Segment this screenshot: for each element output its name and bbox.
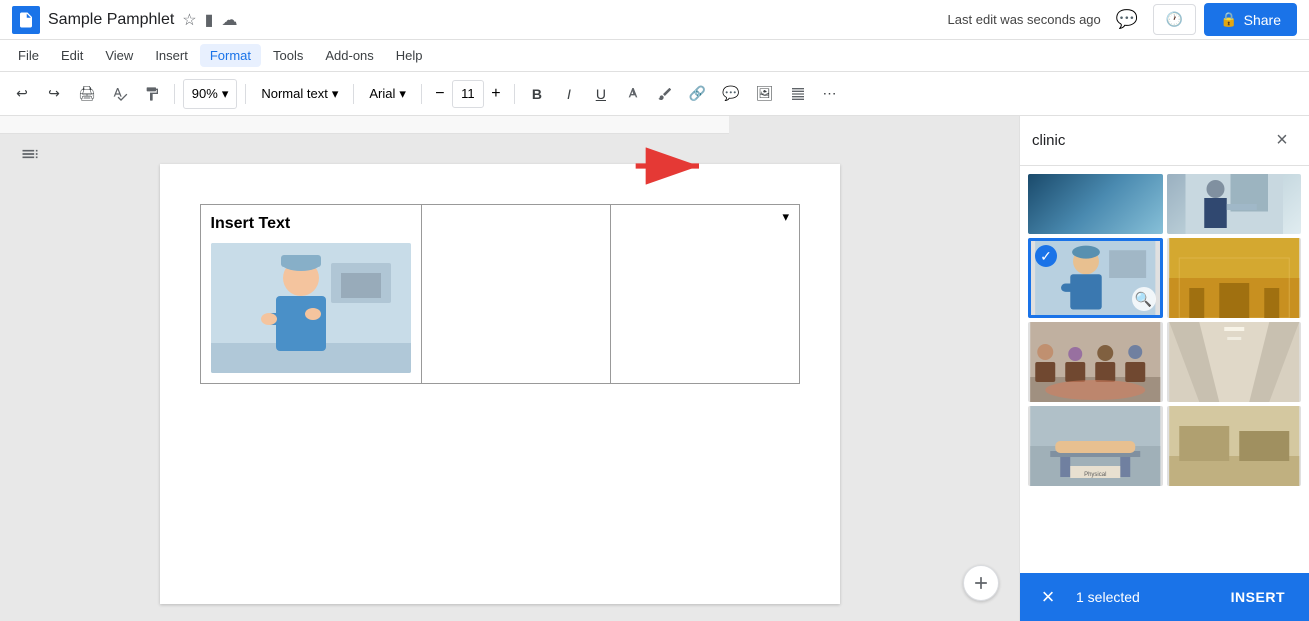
image-thumbnail-5[interactable] — [1028, 322, 1163, 402]
add-image-button[interactable] — [963, 565, 999, 601]
image-thumbnail-1[interactable] — [1028, 174, 1163, 234]
history-icon: 🕐 — [1166, 11, 1183, 28]
star-icon[interactable]: ☆ — [182, 10, 196, 30]
history-button[interactable]: 🕐 — [1153, 4, 1196, 35]
table-cell-2 — [421, 205, 610, 384]
zoom-selector[interactable]: 90% ▾ — [183, 79, 238, 109]
outline-icon[interactable] — [20, 144, 40, 167]
document-page-container: Insert Text — [160, 164, 860, 601]
menu-file[interactable]: File — [8, 44, 49, 67]
image-button[interactable]: 🖼 — [750, 79, 780, 109]
selected-count-label: 1 selected — [1076, 589, 1207, 605]
separator-1 — [174, 84, 175, 104]
redo-button[interactable]: ↪ — [40, 79, 68, 109]
panel-close-button[interactable]: × — [1267, 126, 1297, 156]
insert-label: INSERT — [1231, 589, 1285, 605]
image-thumbnail-8[interactable] — [1167, 406, 1302, 486]
close-icon: × — [1276, 129, 1288, 152]
undo-button[interactable]: ↩ — [8, 79, 36, 109]
svg-text:Physical: Physical — [1084, 472, 1106, 478]
share-button[interactable]: 🔒 Share — [1204, 3, 1297, 36]
doctor-image — [211, 243, 411, 373]
zoom-dropdown-icon: ▾ — [222, 86, 229, 102]
bold-button[interactable]: B — [523, 79, 551, 109]
header-buttons: 💬 🕐 🔒 Share — [1109, 2, 1297, 38]
folder-icon[interactable]: ▮ — [205, 10, 214, 30]
share-label: Share — [1244, 12, 1281, 28]
image-thumbnail-6[interactable] — [1167, 322, 1302, 402]
comments-button[interactable]: 💬 — [1109, 2, 1145, 38]
menu-edit[interactable]: Edit — [51, 44, 93, 67]
panel-header: × — [1020, 116, 1309, 166]
text-color-button[interactable] — [619, 79, 647, 109]
font-size-increase[interactable]: + — [486, 80, 506, 108]
menu-addons[interactable]: Add-ons — [315, 44, 383, 67]
last-edit-text: Last edit was seconds ago — [948, 12, 1101, 27]
cell-resize-handle[interactable]: ▾ — [783, 209, 795, 221]
text-style-value: Normal text — [261, 86, 327, 101]
separator-3 — [353, 84, 354, 104]
table-cell-3: ▾ — [610, 205, 799, 384]
paint-format-button[interactable] — [138, 79, 166, 109]
image-thumbnail-7[interactable]: Physical — [1028, 406, 1163, 486]
comment-inline-button[interactable]: 💬 — [716, 79, 745, 109]
table-cell-1: Insert Text — [200, 205, 421, 384]
separator-4 — [421, 84, 422, 104]
zoom-icon[interactable]: 🔍 — [1132, 287, 1156, 311]
spellcheck-button[interactable] — [106, 79, 134, 109]
menu-help[interactable]: Help — [386, 44, 433, 67]
menu-tools[interactable]: Tools — [263, 44, 313, 67]
selected-checkmark: ✓ — [1035, 245, 1057, 267]
zoom-value: 90% — [192, 86, 218, 101]
menu-bar: File Edit View Insert Format Tools Add-o… — [0, 40, 1309, 72]
image-thumbnail-3[interactable]: ✓ 🔍 — [1028, 238, 1163, 318]
document-title: Sample Pamphlet — [48, 11, 174, 29]
highlight-color-button[interactable] — [651, 79, 679, 109]
font-dropdown[interactable]: Arial ▾ — [362, 79, 413, 109]
insert-button[interactable]: INSERT — [1219, 581, 1297, 613]
title-bar: Sample Pamphlet ☆ ▮ ☁ Last edit was seco… — [0, 0, 1309, 40]
document-table: Insert Text — [200, 204, 800, 384]
font-size-decrease[interactable]: − — [430, 80, 450, 108]
toolbar: ↩ ↪ 🖨 90% ▾ Normal text ▾ Arial ▾ − + B … — [0, 72, 1309, 116]
separator-5 — [514, 84, 515, 104]
text-style-arrow: ▾ — [332, 86, 339, 102]
ruler — [0, 116, 729, 134]
insert-text-label: Insert Text — [211, 215, 411, 233]
share-lock-icon: 🔒 — [1220, 11, 1237, 28]
print-button[interactable]: 🖨 — [72, 79, 102, 109]
font-size-input[interactable] — [452, 80, 484, 108]
font-arrow: ▾ — [399, 86, 406, 102]
page-content: Insert Text — [160, 164, 840, 424]
cloud-icon[interactable]: ☁ — [221, 10, 237, 30]
font-size-control: − + — [430, 80, 506, 108]
menu-view[interactable]: View — [95, 44, 143, 67]
underline-button[interactable]: U — [587, 79, 615, 109]
image-thumbnail-2[interactable] — [1167, 174, 1302, 234]
italic-button[interactable]: I — [555, 79, 583, 109]
link-button[interactable]: 🔗 — [683, 79, 712, 109]
image-search-input[interactable] — [1032, 132, 1259, 149]
align-button[interactable] — [784, 79, 812, 109]
document-area: Insert Text — [0, 116, 1019, 621]
text-style-dropdown[interactable]: Normal text ▾ — [254, 79, 345, 109]
cancel-selection-button[interactable]: × — [1032, 581, 1064, 613]
app-icon — [12, 6, 40, 34]
cancel-icon: × — [1042, 584, 1055, 610]
font-value: Arial — [369, 86, 395, 101]
main-area: Insert Text — [0, 116, 1309, 621]
document-page: Insert Text — [160, 164, 840, 604]
selection-bottom-bar: × 1 selected INSERT — [1020, 573, 1309, 621]
image-grid: ✓ 🔍 — [1020, 166, 1309, 573]
title-icons: ☆ ▮ ☁ — [182, 10, 237, 30]
more-button[interactable]: ⋯ — [816, 79, 844, 109]
separator-2 — [245, 84, 246, 104]
image-thumbnail-4[interactable] — [1167, 238, 1302, 318]
menu-insert[interactable]: Insert — [145, 44, 198, 67]
menu-format[interactable]: Format — [200, 44, 261, 67]
image-search-panel: × ✓ — [1019, 116, 1309, 621]
